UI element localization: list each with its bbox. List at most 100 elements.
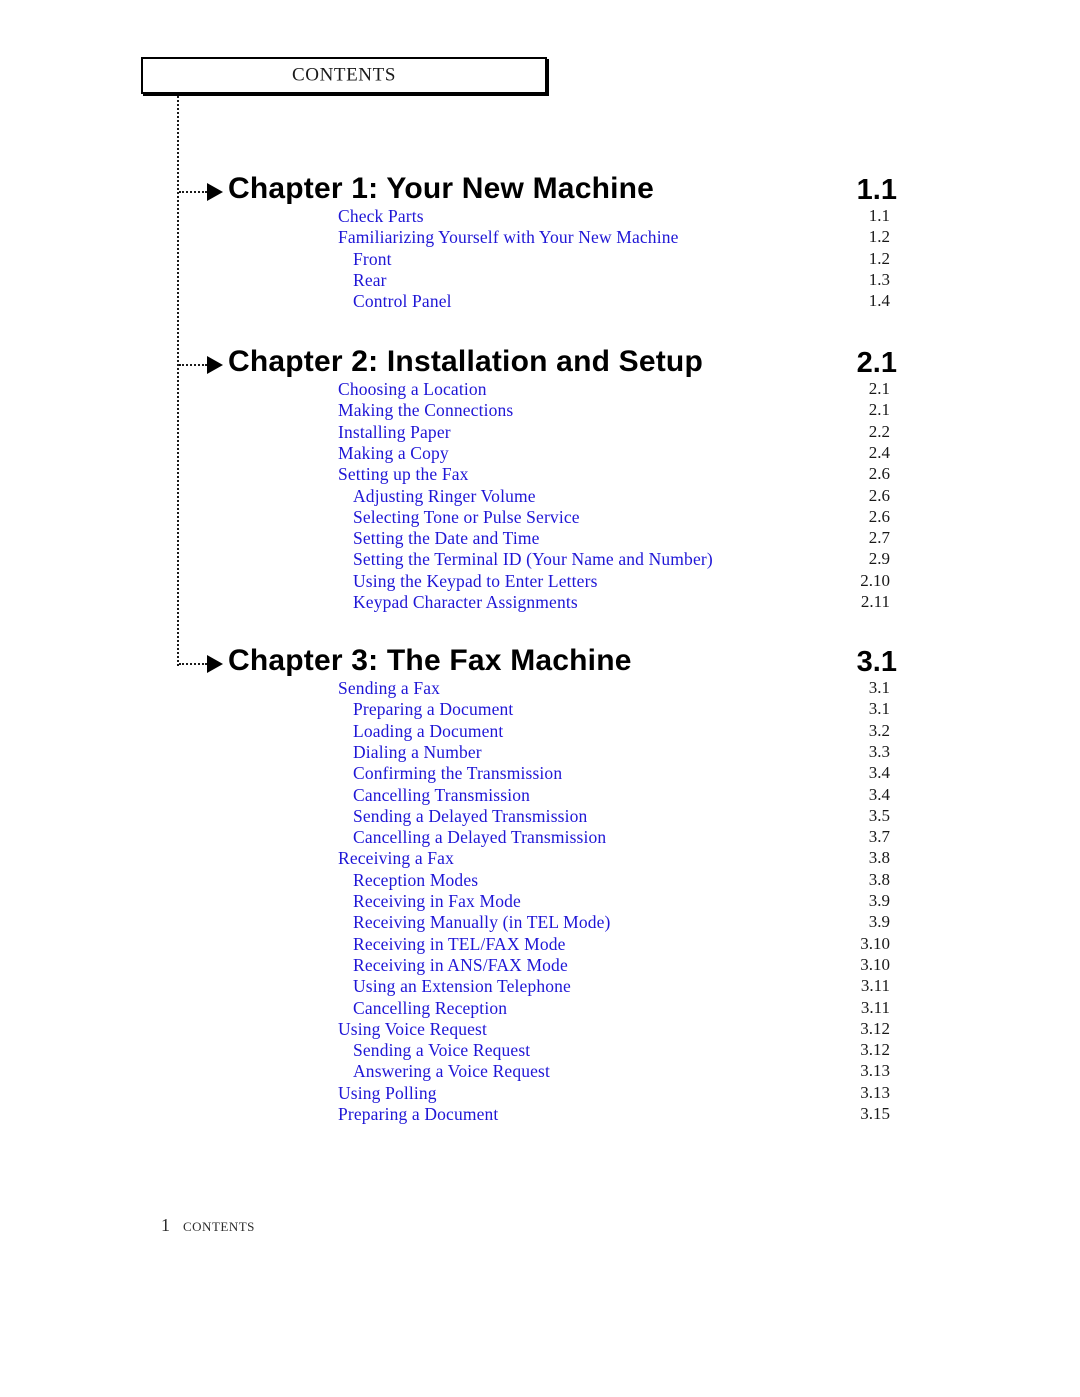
toc-entry-label: Cancelling Transmission [353,784,531,805]
chapter-heading-3[interactable]: Chapter 3: The Fax Machine [228,644,632,678]
toc-entry[interactable]: Cancelling Reception 3.11 [0,998,1080,1019]
toc-entry[interactable]: Using an Extension Telephone 3.11 [0,976,1080,997]
chapter-page-number-2: 2.1 [856,347,897,379]
toc-entry-label: Adjusting Ringer Volume [353,485,536,506]
toc-entry-label: Making the Connections [338,400,514,421]
toc-entry[interactable]: Familiarizing Yourself with Your New Mac… [0,227,1080,248]
toc-entry-page-number: 2.1 [868,400,890,420]
toc-entry-label: Setting the Terminal ID (Your Name and N… [353,549,713,570]
chapter-heading-1[interactable]: Chapter 1: Your New Machine [228,172,654,206]
contents-page: CONTENTS Chapter 1: Your New Machine 1.1 C… [0,0,1080,1397]
toc-entry-page-number: 2.6 [868,485,890,505]
toc-entry-label: Selecting Tone or Pulse Service [353,506,580,527]
toc-entry[interactable]: Reception Modes 3.8 [0,870,1080,891]
toc-entry-page-number: 2.7 [868,528,890,548]
toc-entry[interactable]: Rear 1.3 [0,270,1080,291]
toc-entry-page-number: 3.10 [860,954,890,974]
toc-entry-page-number: 3.15 [860,1104,890,1123]
toc-entry[interactable]: Receiving in ANS/FAX Mode 3.10 [0,955,1080,976]
toc-entry-label: Front [353,248,392,269]
toc-entry[interactable]: Sending a Fax 3.1 [0,678,1080,699]
toc-entry[interactable]: Installing Paper 2.2 [0,422,1080,443]
toc-entry-page-number: 3.8 [868,848,890,868]
toc-entry-page-number: 1.3 [868,269,890,289]
toc-entry-page-number: 3.4 [868,784,890,804]
toc-entry-label: Check Parts [338,206,424,226]
toc-entry-label: Preparing a Document [338,1104,499,1124]
toc-entry[interactable]: Setting up the Fax 2.6 [0,464,1080,485]
toc-entry-label: Making a Copy [338,442,449,463]
toc-entry-label: Sending a Fax [338,678,441,698]
toc-entry[interactable]: Confirming the Transmission 3.4 [0,763,1080,784]
toc-entry-label: Installing Paper [338,421,451,442]
tree-branch-chapter-1 [179,191,207,193]
tree-arrow-chapter-2 [207,356,223,374]
toc-entry[interactable]: Receiving in TEL/FAX Mode 3.10 [0,934,1080,955]
toc-entry-page-number: 2.6 [868,464,890,484]
toc-entry[interactable]: Preparing a Document 3.1 [0,699,1080,720]
toc-entry[interactable]: Making the Connections 2.1 [0,400,1080,421]
tree-branch-chapter-2 [179,364,207,366]
toc-entry-label: Cancelling a Delayed Transmission [353,827,607,848]
toc-entry-page-number: 2.11 [860,592,890,611]
toc-entry-label: Loading a Document [353,720,504,741]
page-footer: 1 CONTENTS [161,1215,255,1236]
toc-entry-page-number: 3.5 [868,805,890,825]
footer-label: CONTENTS [183,1219,255,1234]
toc-entry-page-number: 3.2 [868,720,890,740]
toc-entry[interactable]: Sending a Delayed Transmission 3.5 [0,806,1080,827]
toc-entry[interactable]: Receiving Manually (in TEL Mode) 3.9 [0,912,1080,933]
toc-entry[interactable]: Receiving in Fax Mode 3.9 [0,891,1080,912]
toc-entry-label: Receiving Manually (in TEL Mode) [353,912,611,933]
toc-entry-page-number: 3.9 [868,912,890,932]
toc-entry-label: Reception Modes [353,869,479,890]
toc-entry[interactable]: Making a Copy 2.4 [0,443,1080,464]
toc-entry-label: Familiarizing Yourself with Your New Mac… [338,227,679,248]
toc-entry-page-number: 3.10 [860,933,890,953]
toc-entry[interactable]: Cancelling a Delayed Transmission 3.7 [0,827,1080,848]
toc-entry[interactable]: Selecting Tone or Pulse Service 2.6 [0,507,1080,528]
toc-entry[interactable]: Cancelling Transmission 3.4 [0,785,1080,806]
toc-entry-page-number: 3.13 [860,1082,890,1102]
toc-entry-label: Dialing a Number [353,741,482,762]
toc-entry[interactable]: Setting the Date and Time 2.7 [0,528,1080,549]
toc-entry[interactable]: Using the Keypad to Enter Letters 2.10 [0,571,1080,592]
toc-entry[interactable]: Dialing a Number 3.3 [0,742,1080,763]
toc-entry-page-number: 2.2 [868,421,890,441]
toc-entry-label: Sending a Delayed Transmission [353,805,588,826]
toc-entry[interactable]: Preparing a Document 3.15 [0,1104,1080,1125]
toc-entry[interactable]: Receiving a Fax 3.8 [0,848,1080,869]
toc-entry-label: Receiving in ANS/FAX Mode [353,954,568,975]
toc-entry-page-number: 2.4 [868,442,890,462]
toc-entry-label: Receiving a Fax [338,848,454,869]
toc-entry[interactable]: Using Voice Request 3.12 [0,1019,1080,1040]
toc-entry-page-number: 3.11 [860,997,890,1017]
toc-entry[interactable]: Choosing a Location 2.1 [0,379,1080,400]
toc-entry-label: Using Voice Request [338,1018,488,1039]
toc-entry[interactable]: Keypad Character Assignments 2.11 [0,592,1080,613]
toc-entry-label: Keypad Character Assignments [353,592,578,612]
toc-entry[interactable]: Setting the Terminal ID (Your Name and N… [0,549,1080,570]
chapter-heading-2[interactable]: Chapter 2: Installation and Setup [228,345,703,379]
toc-entry[interactable]: Sending a Voice Request 3.12 [0,1040,1080,1061]
toc-entry[interactable]: Loading a Document 3.2 [0,721,1080,742]
toc-entry-label: Setting up the Fax [338,464,469,485]
toc-entry[interactable]: Answering a Voice Request 3.13 [0,1061,1080,1082]
toc-entry[interactable]: Control Panel 1.4 [0,291,1080,312]
toc-entry-label: Using Polling [338,1082,437,1103]
toc-entry-label: Choosing a Location [338,379,487,399]
toc-entry[interactable]: Adjusting Ringer Volume 2.6 [0,486,1080,507]
toc-entry-page-number: 3.8 [868,869,890,889]
page-header-title: CONTENTS [291,64,397,86]
toc-entry-page-number: 3.4 [868,763,890,783]
toc-entry-label: Sending a Voice Request [353,1040,531,1061]
chapter-page-number-1: 1.1 [856,174,897,206]
tree-branch-chapter-3 [179,663,207,665]
tree-arrow-chapter-3 [207,655,223,673]
toc-entry-label: Cancelling Reception [353,997,508,1018]
toc-entry[interactable]: Using Polling 3.13 [0,1083,1080,1104]
toc-entry[interactable]: Check Parts 1.1 [0,206,1080,227]
tree-arrow-chapter-1 [207,183,223,201]
toc-entry-label: Confirming the Transmission [353,763,563,784]
toc-entry[interactable]: Front 1.2 [0,249,1080,270]
